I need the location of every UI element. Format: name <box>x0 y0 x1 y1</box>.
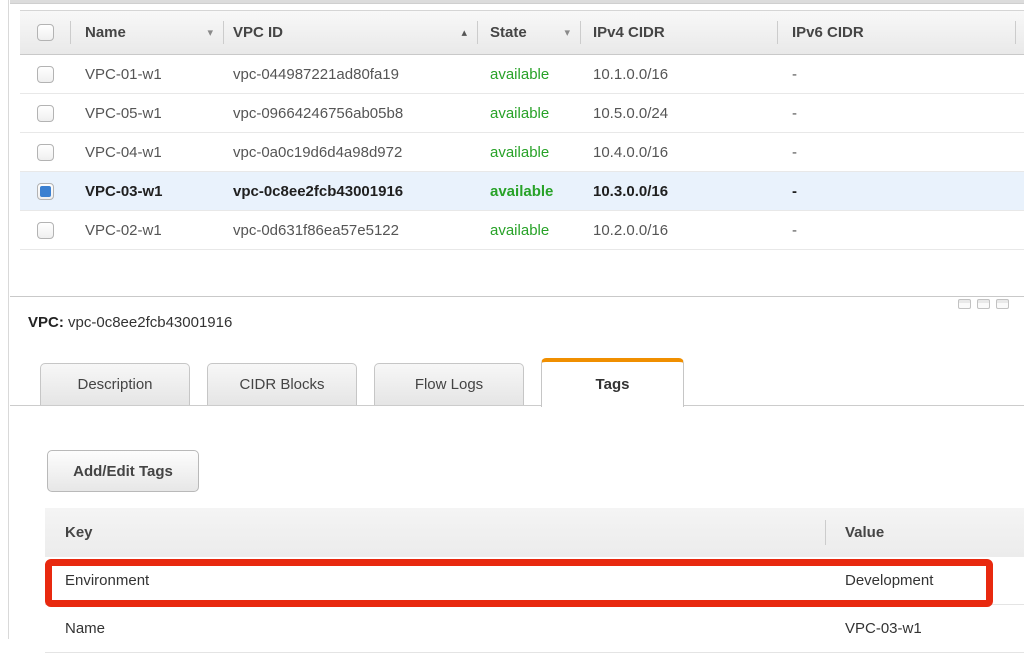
row-checkbox[interactable] <box>37 66 54 83</box>
cell-state: available <box>477 94 580 132</box>
detail-tab[interactable]: CIDR Blocks <box>207 363 357 405</box>
column-label: Name <box>85 24 126 41</box>
row-checkbox[interactable] <box>37 222 54 239</box>
vpc-table-row[interactable]: VPC-04-w1 vpc-0a0c19d6d4a98d972 availabl… <box>20 133 1024 172</box>
column-header-name[interactable]: Name ▾ <box>70 11 223 54</box>
pane-layout-controls <box>958 299 1009 309</box>
row-checkbox[interactable] <box>37 105 54 122</box>
vpc-list-table: Name ▾ VPC ID ▴ State ▾ IPv4 CIDR IPv6 C… <box>20 10 1024 250</box>
cell-name: VPC-05-w1 <box>70 94 223 132</box>
detail-tab[interactable]: Description <box>40 363 190 405</box>
row-select-cell <box>20 133 70 171</box>
column-header-ipv6-cidr[interactable]: IPv6 CIDR <box>777 11 1015 54</box>
cell-ipv4-cidr: 10.5.0.0/24 <box>580 94 777 132</box>
cell-spacer <box>1015 55 1024 93</box>
column-header-state[interactable]: State ▾ <box>477 11 580 54</box>
tag-value-cell: Development <box>825 557 1024 604</box>
cell-ipv6-cidr: - <box>777 94 1015 132</box>
pane-collapsed-icon[interactable] <box>996 299 1009 309</box>
column-label: IPv4 CIDR <box>593 24 665 41</box>
header-cell-spacer <box>1015 11 1024 54</box>
cell-vpc-id: vpc-0d631f86ea57e5122 <box>223 211 477 249</box>
cell-state: available <box>477 133 580 171</box>
column-header-ipv4-cidr[interactable]: IPv4 CIDR <box>580 11 777 54</box>
tab-label: Tags <box>596 376 630 393</box>
cell-spacer <box>1015 94 1024 132</box>
cell-vpc-id: vpc-044987221ad80fa19 <box>223 55 477 93</box>
detail-tabs: Description CIDR Blocks Flow Logs Tags <box>40 358 684 407</box>
vpc-table-row[interactable]: VPC-02-w1 vpc-0d631f86ea57e5122 availabl… <box>20 211 1024 250</box>
vpc-label: VPC: <box>28 314 64 331</box>
cell-ipv6-cidr: - <box>777 172 1015 210</box>
cell-ipv4-cidr: 10.3.0.0/16 <box>580 172 777 210</box>
cell-ipv6-cidr: - <box>777 133 1015 171</box>
detail-pane-title: VPC: vpc-0c8ee2fcb43001916 <box>28 314 232 331</box>
row-checkbox[interactable] <box>37 183 54 200</box>
header-cell-select <box>20 11 70 54</box>
cell-name: VPC-02-w1 <box>70 211 223 249</box>
detail-tab[interactable]: Flow Logs <box>374 363 524 405</box>
row-checkbox[interactable] <box>37 144 54 161</box>
cell-name: VPC-01-w1 <box>70 55 223 93</box>
row-select-cell <box>20 55 70 93</box>
add-edit-tags-button[interactable]: Add/Edit Tags <box>47 450 199 492</box>
cell-ipv4-cidr: 10.1.0.0/16 <box>580 55 777 93</box>
select-all-checkbox[interactable] <box>37 24 54 41</box>
column-label: VPC ID <box>233 24 283 41</box>
pane-split-icon[interactable] <box>977 299 990 309</box>
tag-key-cell: Environment <box>45 572 825 589</box>
tag-key-cell: Name <box>45 620 825 637</box>
sort-down-icon[interactable]: ▾ <box>207 26 213 39</box>
cell-ipv6-cidr: - <box>777 55 1015 93</box>
cell-vpc-id: vpc-0c8ee2fcb43001916 <box>223 172 477 210</box>
top-scroll-strip <box>10 0 1024 4</box>
cell-name: VPC-03-w1 <box>70 172 223 210</box>
column-label: State <box>490 24 527 41</box>
tags-table-header: Key Value <box>45 508 1024 557</box>
detail-tab[interactable]: Tags <box>541 358 684 407</box>
vpc-table-header: Name ▾ VPC ID ▴ State ▾ IPv4 CIDR IPv6 C… <box>20 10 1024 55</box>
vpc-id-value: vpc-0c8ee2fcb43001916 <box>68 314 232 331</box>
cell-spacer <box>1015 172 1024 210</box>
cell-state: available <box>477 172 580 210</box>
vpc-table-row[interactable]: VPC-03-w1 vpc-0c8ee2fcb43001916 availabl… <box>20 172 1024 211</box>
tags-table: Key Value Environment Development Name V… <box>45 508 1024 653</box>
tab-label: Flow Logs <box>415 376 483 393</box>
tag-value-cell: VPC-03-w1 <box>825 605 1024 652</box>
column-header-vpc-id[interactable]: VPC ID ▴ <box>223 11 477 54</box>
sort-down-icon[interactable]: ▾ <box>564 26 570 39</box>
row-select-cell <box>20 172 70 210</box>
cell-state: available <box>477 211 580 249</box>
pane-left-border <box>8 0 9 639</box>
sort-up-icon[interactable]: ▴ <box>461 26 467 39</box>
pane-divider[interactable] <box>10 296 1024 297</box>
cell-ipv4-cidr: 10.2.0.0/16 <box>580 211 777 249</box>
tag-row[interactable]: Name VPC-03-w1 <box>45 605 1024 653</box>
cell-spacer <box>1015 211 1024 249</box>
cell-ipv4-cidr: 10.4.0.0/16 <box>580 133 777 171</box>
cell-vpc-id: vpc-09664246756ab05b8 <box>223 94 477 132</box>
vpc-table-body: VPC-01-w1 vpc-044987221ad80fa19 availabl… <box>20 55 1024 250</box>
tab-label: CIDR Blocks <box>239 376 324 393</box>
tag-row[interactable]: Environment Development <box>45 557 1024 605</box>
cell-state: available <box>477 55 580 93</box>
vpc-table-row[interactable]: VPC-01-w1 vpc-044987221ad80fa19 availabl… <box>20 55 1024 94</box>
cell-name: VPC-04-w1 <box>70 133 223 171</box>
row-select-cell <box>20 211 70 249</box>
cell-spacer <box>1015 133 1024 171</box>
cell-vpc-id: vpc-0a0c19d6d4a98d972 <box>223 133 477 171</box>
column-header-value: Value <box>825 508 1024 557</box>
vpc-table-row[interactable]: VPC-05-w1 vpc-09664246756ab05b8 availabl… <box>20 94 1024 133</box>
column-header-key: Key <box>45 524 825 541</box>
vpc-console-screen: Name ▾ VPC ID ▴ State ▾ IPv4 CIDR IPv6 C… <box>0 0 1024 639</box>
row-select-cell <box>20 94 70 132</box>
pane-full-icon[interactable] <box>958 299 971 309</box>
cell-ipv6-cidr: - <box>777 211 1015 249</box>
tab-label: Description <box>77 376 152 393</box>
column-label: IPv6 CIDR <box>792 24 864 41</box>
